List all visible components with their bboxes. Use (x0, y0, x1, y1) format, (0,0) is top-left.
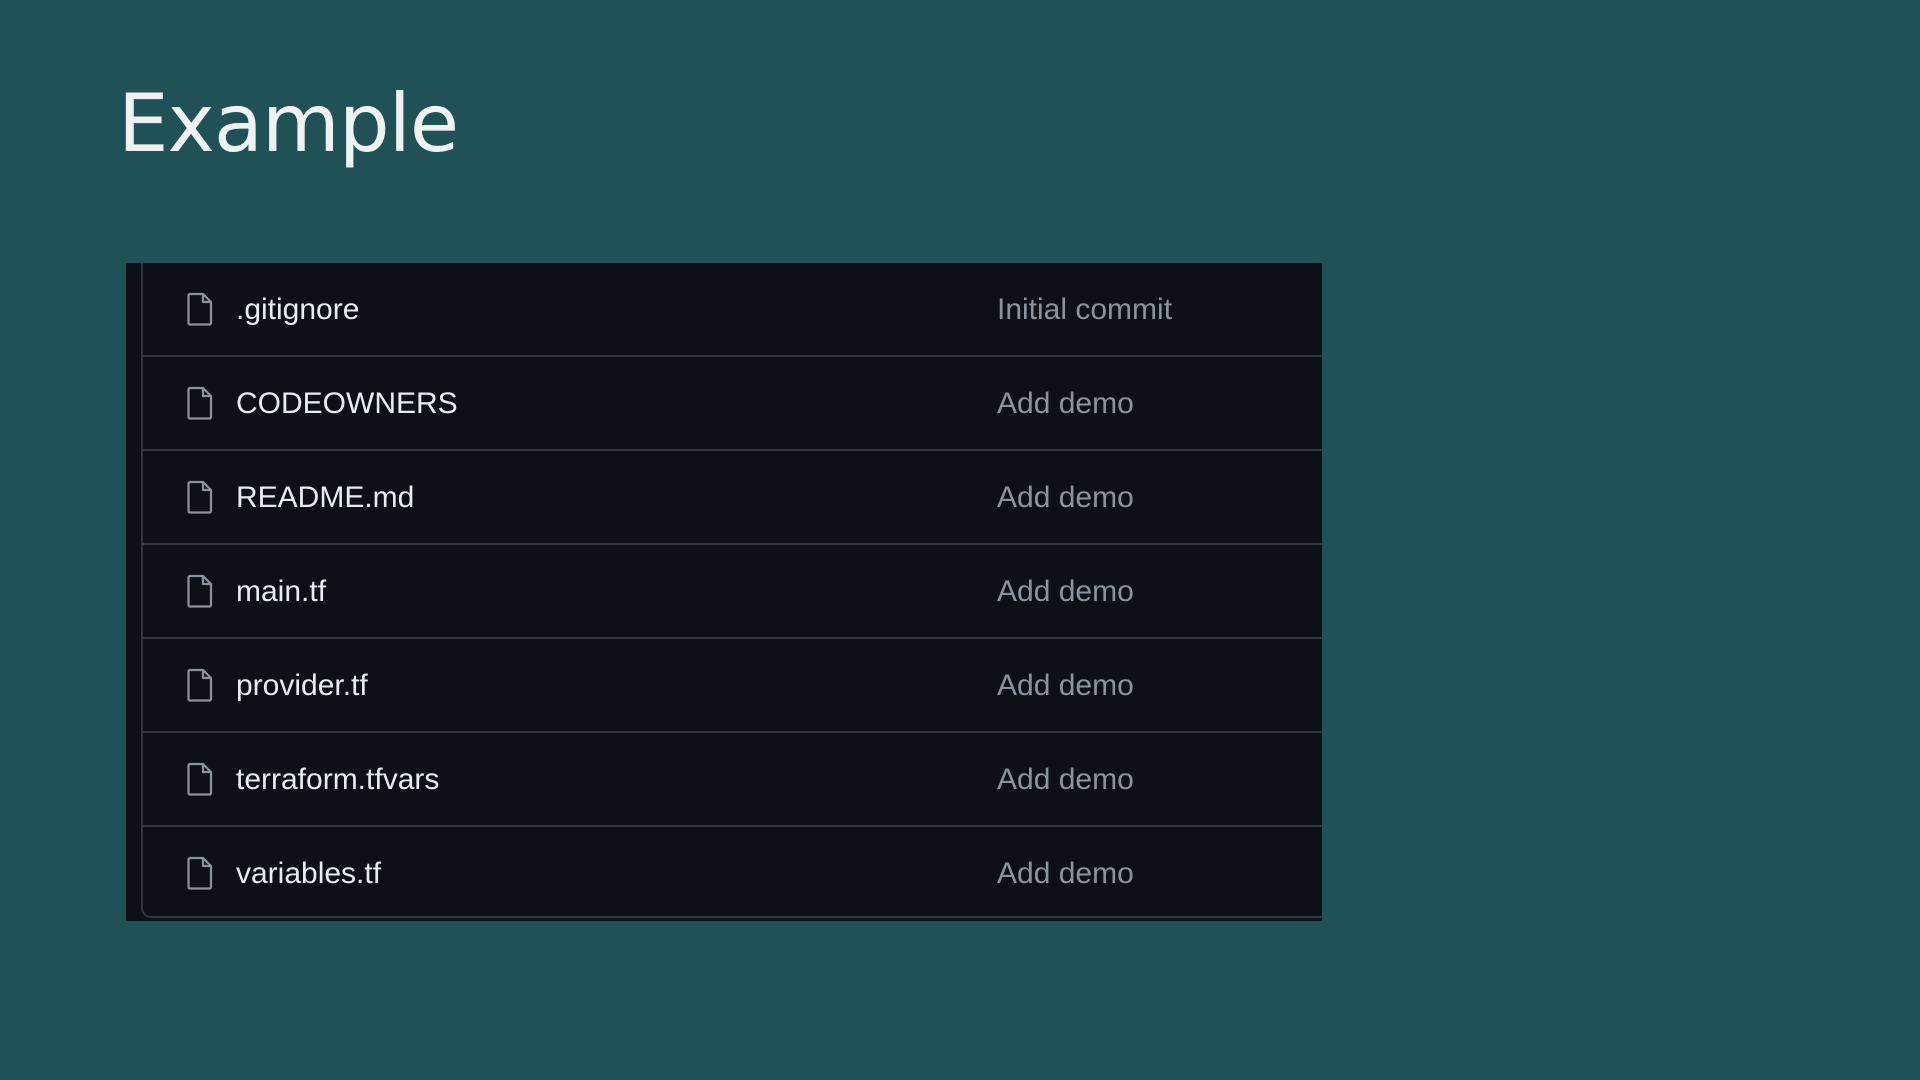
file-row[interactable]: provider.tf Add demo (143, 639, 1322, 733)
file-icon (182, 572, 216, 610)
file-icon (182, 854, 216, 892)
file-row[interactable]: terraform.tfvars Add demo (143, 733, 1322, 827)
file-icon (182, 760, 216, 798)
file-name-link[interactable]: main.tf (236, 545, 326, 639)
slide-title: Example (118, 77, 459, 170)
file-icon (182, 666, 216, 704)
file-icon (182, 384, 216, 422)
file-row[interactable]: main.tf Add demo (143, 545, 1322, 639)
commit-message-link[interactable]: Add demo (997, 451, 1134, 545)
file-row[interactable]: .gitignore Initial commit (143, 263, 1322, 357)
file-name-link[interactable]: terraform.tfvars (236, 733, 439, 827)
file-list: .gitignore Initial commit CODEOWNERS Add… (141, 263, 1322, 918)
commit-message-link[interactable]: Add demo (997, 827, 1134, 921)
commit-message-link[interactable]: Add demo (997, 733, 1134, 827)
repo-file-browser-screenshot: .gitignore Initial commit CODEOWNERS Add… (126, 263, 1322, 921)
file-name-link[interactable]: provider.tf (236, 639, 368, 733)
file-row[interactable]: README.md Add demo (143, 451, 1322, 545)
file-name-link[interactable]: README.md (236, 451, 414, 545)
commit-message-link[interactable]: Add demo (997, 639, 1134, 733)
file-row[interactable]: CODEOWNERS Add demo (143, 357, 1322, 451)
file-icon (182, 478, 216, 516)
commit-message-link[interactable]: Add demo (997, 545, 1134, 639)
commit-message-link[interactable]: Add demo (997, 357, 1134, 451)
file-icon (182, 290, 216, 328)
file-name-link[interactable]: .gitignore (236, 263, 359, 357)
file-name-link[interactable]: variables.tf (236, 827, 381, 921)
file-row[interactable]: variables.tf Add demo (143, 827, 1322, 919)
commit-message-link[interactable]: Initial commit (997, 263, 1172, 357)
file-name-link[interactable]: CODEOWNERS (236, 357, 458, 451)
